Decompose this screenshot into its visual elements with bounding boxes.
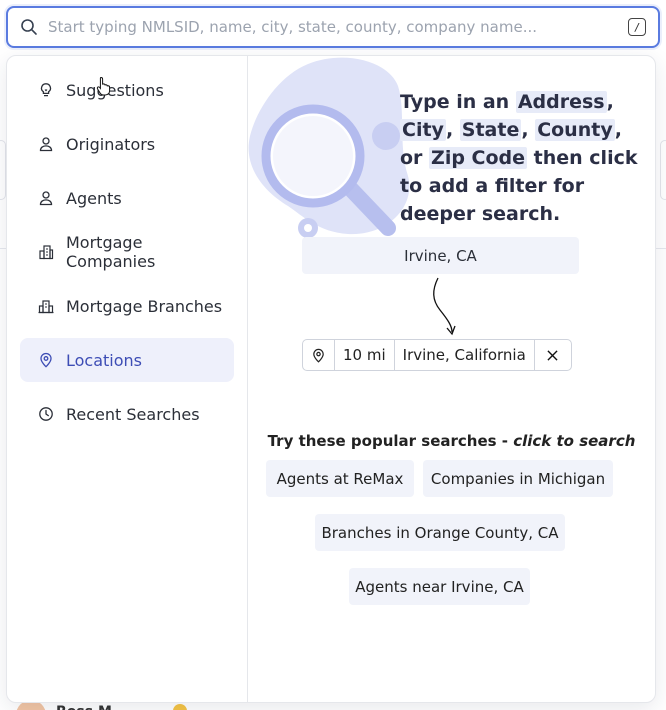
search-dropdown: Suggestions Originators Agents Mortgage …	[6, 55, 656, 703]
hint-highlight-state: State	[459, 119, 522, 141]
sidebar-item-mortgage-branches[interactable]: Mortgage Branches	[20, 284, 234, 328]
background-text: Ross M	[56, 704, 112, 710]
sidebar-item-label: Mortgage Branches	[66, 296, 223, 316]
popular-title-emphasis: click to search	[513, 432, 636, 450]
filter-location: Irvine, California	[395, 340, 535, 370]
status-dot	[173, 704, 187, 710]
search-input[interactable]	[48, 18, 628, 36]
sidebar-item-label: Agents	[66, 188, 122, 208]
lightbulb-icon	[38, 82, 54, 98]
popular-title-text: Try these popular searches -	[267, 432, 514, 450]
clock-icon	[38, 406, 54, 422]
hand-cursor-icon	[96, 76, 111, 96]
curved-arrow-icon	[433, 277, 456, 336]
popular-search-chip[interactable]: Agents near Irvine, CA	[349, 568, 530, 605]
popular-searches-heading: Try these popular searches - click to se…	[248, 432, 655, 450]
locations-hint-text: Type in an Address, City, State, County,…	[400, 88, 640, 228]
search-bar[interactable]: /	[6, 6, 660, 48]
sidebar-item-agents[interactable]: Agents	[20, 176, 234, 220]
popular-search-chip[interactable]: Branches in Orange County, CA	[315, 514, 565, 551]
popular-search-chip[interactable]: Agents at ReMax	[266, 460, 414, 497]
keyboard-shortcut-badge: /	[628, 18, 646, 36]
example-search-chip: Irvine, CA	[302, 237, 579, 274]
background-card-edge	[660, 140, 666, 200]
sidebar-item-suggestions[interactable]: Suggestions	[20, 68, 234, 112]
sidebar-item-mortgage-companies[interactable]: Mortgage Companies	[20, 230, 234, 274]
user-icon	[38, 190, 54, 206]
location-pin-icon	[303, 340, 335, 370]
location-pin-icon	[38, 352, 54, 368]
hint-text: ,	[445, 119, 460, 141]
hint-text: Type in an	[400, 91, 516, 113]
sidebar-item-recent-searches[interactable]: Recent Searches	[20, 392, 234, 436]
user-icon	[38, 136, 54, 152]
hint-highlight-city: City	[400, 119, 446, 141]
sidebar-item-label: Recent Searches	[66, 404, 200, 424]
hint-text: ,	[606, 91, 614, 113]
filter-radius: 10 mi	[335, 340, 395, 370]
sidebar-item-locations[interactable]: Locations	[20, 338, 234, 382]
search-icon	[20, 18, 38, 36]
sidebar-item-label: Locations	[66, 350, 143, 370]
close-icon[interactable]	[535, 340, 571, 370]
hint-highlight-address: Address	[515, 91, 607, 113]
example-location-filter: 10 mi Irvine, California	[302, 339, 572, 371]
building-icon	[38, 244, 54, 260]
sidebar-item-label: Originators	[66, 134, 156, 154]
popular-search-chip[interactable]: Companies in Michigan	[423, 460, 613, 497]
branch-building-icon	[38, 298, 54, 314]
locations-help-panel: Type in an Address, City, State, County,…	[248, 56, 655, 702]
sidebar-item-originators[interactable]: Originators	[20, 122, 234, 166]
sidebar-item-label: Suggestions	[66, 80, 164, 100]
hint-highlight-county: County	[535, 119, 615, 141]
sidebar-item-label: Mortgage Companies	[66, 233, 156, 271]
category-sidebar: Suggestions Originators Agents Mortgage …	[7, 56, 248, 702]
hint-highlight-zip-code: Zip Code	[429, 147, 528, 169]
hint-text: ,	[521, 119, 536, 141]
